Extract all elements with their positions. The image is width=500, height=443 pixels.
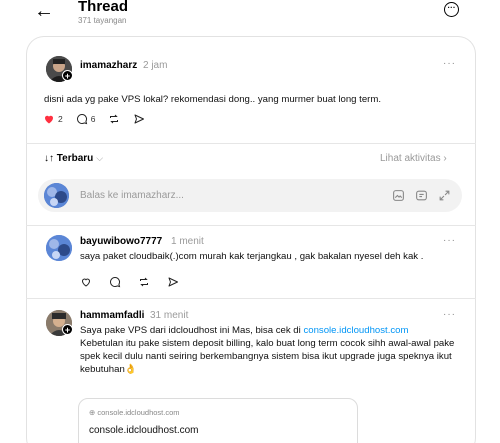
- chevron-down-icon: ⌵: [96, 153, 104, 163]
- reply-actions: [80, 276, 192, 288]
- reply-more-icon[interactable]: ···: [443, 235, 456, 246]
- link-domain: ⊕ console.idcloudhost.com: [89, 408, 180, 417]
- follow-plus-icon[interactable]: +: [62, 70, 73, 81]
- reply-username[interactable]: hammamfadli: [80, 310, 144, 321]
- globe-icon: ⊕: [89, 408, 96, 417]
- repost-icon: [140, 277, 148, 287]
- top-bar: ← Thread 371 tayangan ···: [0, 0, 500, 32]
- post-actions: 2 6: [43, 113, 158, 125]
- arrow-left-icon[interactable]: ←: [34, 0, 54, 22]
- repost-button[interactable]: [138, 276, 150, 288]
- comment-count: 6: [90, 114, 96, 124]
- share-button[interactable]: [133, 113, 145, 125]
- comment-button[interactable]: 6: [76, 113, 96, 125]
- reply-time: 1 menit: [171, 236, 204, 247]
- post-time: 2 jam: [143, 60, 168, 71]
- divider: [26, 298, 476, 299]
- send-icon: [134, 114, 145, 124]
- like-button[interactable]: 2: [43, 113, 63, 125]
- reply-time: 31 menit: [150, 310, 189, 321]
- link-title: console.idcloudhost.com: [89, 425, 199, 436]
- gif-icon[interactable]: [415, 189, 428, 202]
- like-button[interactable]: [80, 276, 92, 288]
- heart-icon: [81, 278, 91, 287]
- sort-dropdown[interactable]: ↓↑ Terbaru ⌵: [44, 153, 103, 164]
- sort-label: Terbaru: [56, 153, 94, 164]
- link-preview-card[interactable]: ⊕ console.idcloudhost.com console.idclou…: [78, 398, 358, 443]
- more-circle-icon[interactable]: ···: [444, 2, 459, 17]
- avatar: [44, 183, 69, 208]
- reply-more-icon[interactable]: ···: [443, 309, 456, 320]
- comment-icon: [110, 276, 121, 288]
- repost-icon: [110, 114, 119, 124]
- follow-plus-icon[interactable]: +: [62, 324, 73, 335]
- avatar[interactable]: [46, 235, 72, 261]
- divider: [26, 143, 476, 144]
- reply-input[interactable]: Balas ke imamazharz...: [38, 179, 462, 212]
- post-username[interactable]: imamazharz: [80, 60, 137, 71]
- heart-filled-icon: [45, 115, 53, 124]
- comment-button[interactable]: [109, 276, 121, 288]
- reply-text: saya paket cloudbaik(.)com murah kak ter…: [80, 251, 424, 262]
- reply-text-part: Saya pake VPS dari idcloudhost ini Mas, …: [80, 325, 304, 336]
- reply-username[interactable]: bayuwibowo7777: [80, 236, 162, 247]
- divider: [26, 225, 476, 226]
- reply-text: Saya pake VPS dari idcloudhost ini Mas, …: [80, 324, 465, 376]
- ok-hand-emoji: 👌: [124, 364, 137, 375]
- like-count: 2: [58, 114, 63, 124]
- share-button[interactable]: [167, 276, 179, 288]
- repost-button[interactable]: [108, 113, 120, 125]
- post-text: disni ada yg pake VPS lokal? rekomendasi…: [44, 94, 382, 105]
- reply-link[interactable]: console.idcloudhost.com: [303, 325, 408, 336]
- expand-icon[interactable]: [438, 189, 451, 202]
- comment-icon: [76, 113, 87, 125]
- image-icon[interactable]: [392, 189, 405, 202]
- link-domain-text: console.idcloudhost.com: [97, 408, 180, 417]
- page-title: Thread: [78, 0, 129, 15]
- view-activity-link[interactable]: Lihat aktivitas ›: [380, 153, 447, 164]
- send-icon: [168, 277, 178, 287]
- post-more-icon[interactable]: ···: [443, 58, 456, 69]
- reply-placeholder: Balas ke imamazharz...: [80, 190, 184, 201]
- view-count: 371 tayangan: [78, 16, 127, 25]
- view-activity-label: Lihat aktivitas: [380, 153, 441, 164]
